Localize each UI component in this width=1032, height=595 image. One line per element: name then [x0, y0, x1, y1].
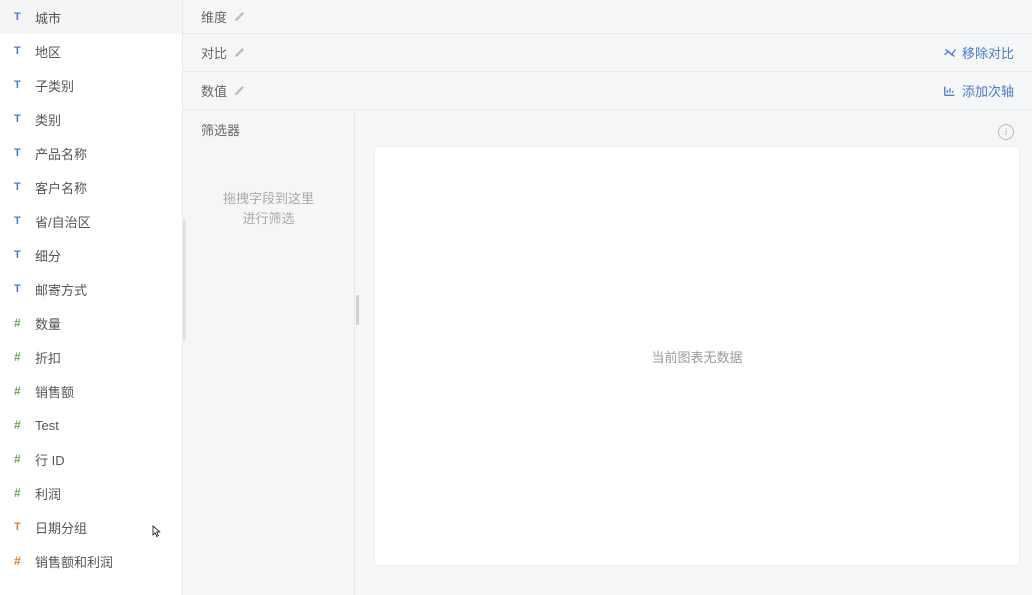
field-label: 日期分组 [35, 518, 87, 537]
chart-area: i 当前图表无数据 [360, 110, 1032, 595]
field-label: 销售额 [35, 382, 74, 401]
field-label: 产品名称 [35, 144, 87, 163]
field-item[interactable]: # 销售额和利润 [0, 544, 182, 578]
dimension-label: 维度 [201, 7, 227, 26]
field-label: 细分 [35, 246, 61, 265]
field-item[interactable]: T 省/自治区 [0, 204, 182, 238]
value-label: 数值 [201, 81, 227, 100]
field-item[interactable]: T 细分 [0, 238, 182, 272]
field-item[interactable]: T 城市 [0, 0, 182, 34]
text-field-icon: T [14, 45, 28, 57]
main-area: 维度 对比 移除对比 数值 添加次轴 [183, 0, 1032, 595]
field-item[interactable]: # 销售额 [0, 374, 182, 408]
text-field-icon: T [14, 113, 28, 125]
text-field-icon: T [14, 215, 28, 227]
filter-placeholder-line2: 进行筛选 [242, 209, 294, 229]
info-icon[interactable]: i [998, 124, 1014, 140]
field-item[interactable]: T 邮寄方式 [0, 272, 182, 306]
number-field-icon: # [14, 350, 28, 364]
filter-header: 筛选器 [183, 110, 354, 145]
field-label: 城市 [35, 8, 61, 27]
field-item[interactable]: T 类别 [0, 102, 182, 136]
scrollbar-thumb[interactable] [183, 220, 186, 340]
number-field-icon: # [14, 418, 28, 432]
text-field-icon: T [14, 11, 28, 23]
text-field-icon: T [14, 521, 28, 533]
value-row[interactable]: 数值 添加次轴 [183, 72, 1032, 110]
chart-canvas: 当前图表无数据 [374, 146, 1020, 566]
add-axis-icon [943, 84, 957, 98]
field-label: 地区 [35, 42, 61, 61]
number-field-icon: # [14, 384, 28, 398]
field-item[interactable]: # Test [0, 408, 182, 442]
number-field-icon: # [14, 554, 28, 568]
field-label: 子类别 [35, 76, 74, 95]
compare-label: 对比 [201, 43, 227, 62]
remove-compare-icon [943, 46, 957, 60]
filter-placeholder-line1: 拖拽字段到这里 [223, 189, 314, 209]
content-area: 筛选器 拖拽字段到这里 进行筛选 i 当前图表无数据 [183, 110, 1032, 595]
add-axis-label: 添加次轴 [962, 81, 1014, 100]
field-item[interactable]: T 产品名称 [0, 136, 182, 170]
add-axis-button[interactable]: 添加次轴 [943, 81, 1014, 100]
text-field-icon: T [14, 283, 28, 295]
field-label: 利润 [35, 484, 61, 503]
remove-compare-label: 移除对比 [962, 43, 1014, 62]
pencil-icon[interactable] [233, 46, 246, 59]
pencil-icon[interactable] [233, 84, 246, 97]
pencil-icon[interactable] [233, 10, 246, 23]
number-field-icon: # [14, 486, 28, 500]
number-field-icon: # [14, 316, 28, 330]
filter-dropzone[interactable]: 拖拽字段到这里 进行筛选 [183, 145, 354, 595]
fields-sidebar[interactable]: T 城市 T 地区 T 子类别 T 类别 T 产品名称 T 客户名称 T 省/自治区 T 细分 T 邮寄方式 # 数量… [0, 0, 183, 595]
field-item[interactable]: # 数量 [0, 306, 182, 340]
text-field-icon: T [14, 181, 28, 193]
field-item[interactable]: T 子类别 [0, 68, 182, 102]
text-field-icon: T [14, 249, 28, 261]
dimension-row[interactable]: 维度 [183, 0, 1032, 34]
compare-row[interactable]: 对比 移除对比 [183, 34, 1032, 72]
field-label: 折扣 [35, 348, 61, 367]
field-label: 类别 [35, 110, 61, 129]
field-item[interactable]: # 折扣 [0, 340, 182, 374]
field-label: 行 ID [35, 450, 65, 469]
chart-empty-text: 当前图表无数据 [651, 347, 742, 366]
field-label: 客户名称 [35, 178, 87, 197]
field-label: Test [35, 418, 59, 433]
field-item[interactable]: # 利润 [0, 476, 182, 510]
field-label: 销售额和利润 [35, 552, 113, 571]
field-label: 数量 [35, 314, 61, 333]
text-field-icon: T [14, 147, 28, 159]
field-label: 省/自治区 [35, 212, 91, 231]
field-item[interactable]: T 地区 [0, 34, 182, 68]
field-item[interactable]: T 日期分组 [0, 510, 182, 544]
remove-compare-button[interactable]: 移除对比 [943, 43, 1014, 62]
field-label: 邮寄方式 [35, 280, 87, 299]
field-item[interactable]: # 行 ID [0, 442, 182, 476]
filter-panel[interactable]: 筛选器 拖拽字段到这里 进行筛选 [183, 110, 355, 595]
config-rows: 维度 对比 移除对比 数值 添加次轴 [183, 0, 1032, 110]
number-field-icon: # [14, 452, 28, 466]
field-item[interactable]: T 客户名称 [0, 170, 182, 204]
text-field-icon: T [14, 79, 28, 91]
